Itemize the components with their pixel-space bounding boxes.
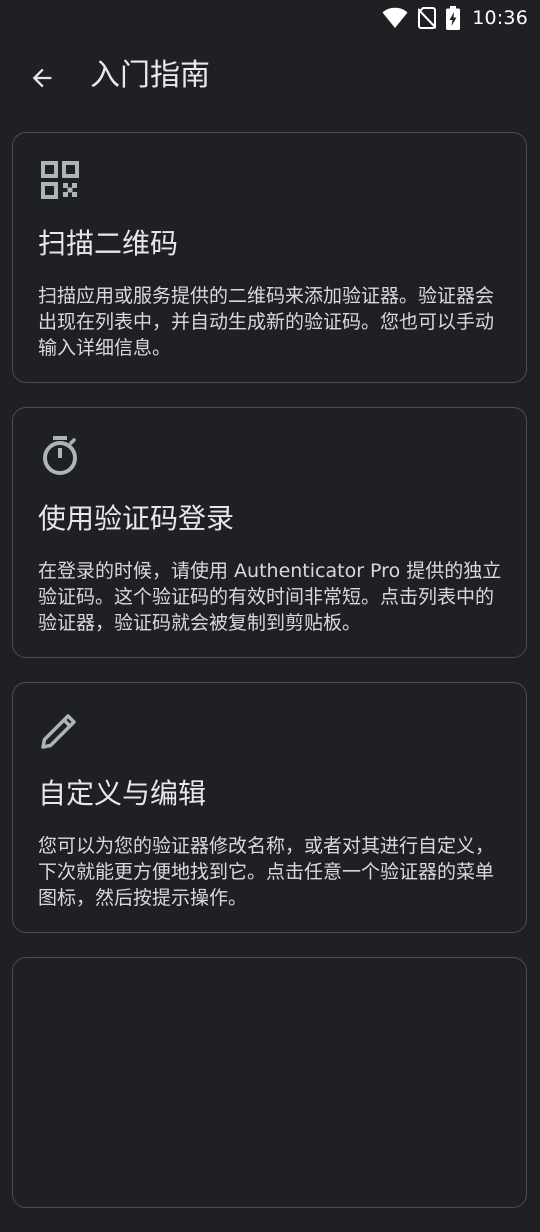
card-description: 扫描应用或服务提供的二维码来添加验证器。验证器会出现在列表中，并自动生成新的验证…	[38, 285, 495, 359]
qr-code-icon	[40, 160, 80, 200]
page-title: 入门指南	[90, 58, 210, 93]
guide-card-next	[12, 957, 527, 1208]
status-bar: 10:36	[0, 0, 540, 36]
status-icons: 10:36	[382, 6, 528, 30]
card-title: 自定义与编辑	[38, 777, 207, 810]
battery-charging-icon	[446, 6, 461, 30]
guide-card-customize: 自定义与编辑 您可以为您的验证器修改名称，或者对其进行自定义，下次就能更方便地找…	[12, 682, 527, 933]
guide-card-login-code: 使用验证码登录 在登录的时候，请使用 Authenticator Pro 提供的…	[12, 407, 527, 658]
card-title: 扫描二维码	[38, 227, 179, 260]
wifi-icon	[382, 7, 408, 29]
status-time: 10:36	[472, 7, 528, 29]
timer-icon	[40, 435, 80, 475]
pencil-icon	[40, 710, 80, 750]
card-title: 使用验证码登录	[38, 502, 235, 535]
guide-card-scan-qr: 扫描二维码 扫描应用或服务提供的二维码来添加验证器。验证器会出现在列表中，并自动…	[12, 132, 527, 383]
guide-card-list: 扫描二维码 扫描应用或服务提供的二维码来添加验证器。验证器会出现在列表中，并自动…	[12, 132, 527, 1232]
back-button[interactable]	[22, 60, 62, 96]
arrow-back-icon	[32, 68, 52, 88]
card-description: 在登录的时候，请使用 Authenticator Pro 提供的独立验证码。这个…	[38, 560, 502, 634]
card-description: 您可以为您的验证器修改名称，或者对其进行自定义，下次就能更方便地找到它。点击任意…	[38, 835, 495, 909]
app-bar: 入门指南	[0, 46, 540, 110]
no-sim-icon	[418, 7, 437, 29]
